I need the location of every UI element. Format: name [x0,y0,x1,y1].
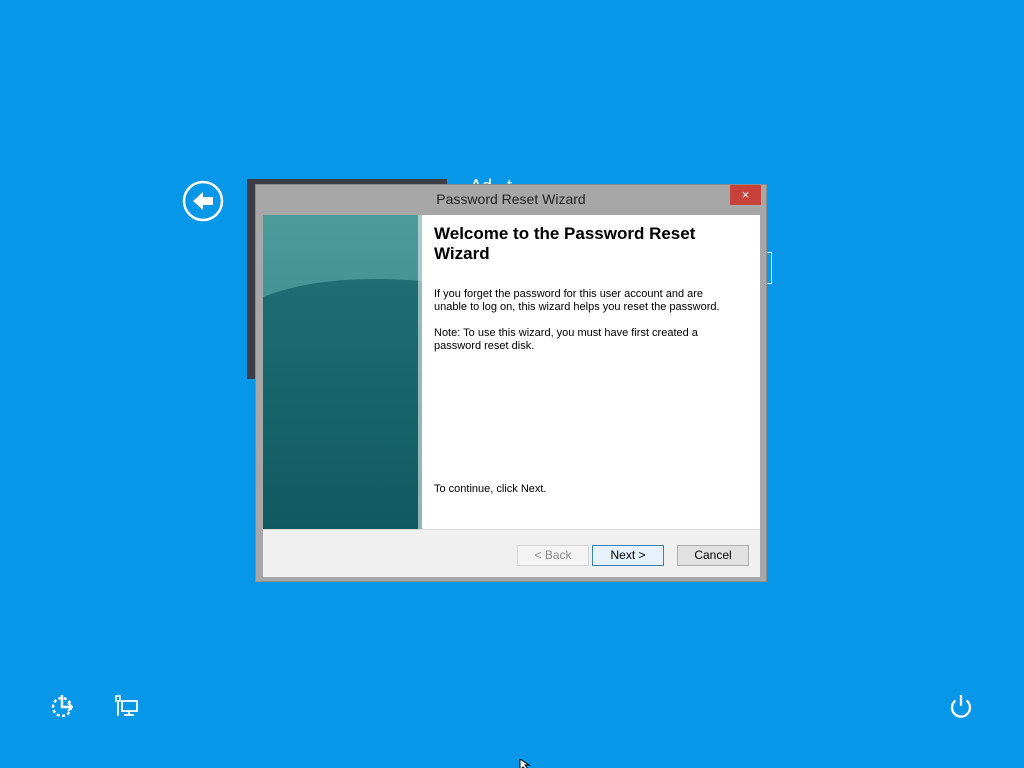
wizard-heading: Welcome to the Password Reset Wizard [434,224,696,263]
cancel-button[interactable]: Cancel [677,545,749,566]
cursor-arrow-icon [519,758,531,768]
back-arrow-icon [182,180,224,222]
back-button[interactable] [182,180,224,222]
ease-of-access-button[interactable] [49,692,77,720]
close-button[interactable]: × [730,185,761,205]
next-button[interactable]: Next > [592,545,664,566]
title-bar[interactable]: Password Reset Wizard × [256,185,766,215]
wizard-client-area: Welcome to the Password Reset Wizard If … [263,215,760,577]
wizard-side-banner [263,215,422,529]
wizard-content: Welcome to the Password Reset Wizard If … [427,215,760,529]
back-wizard-button[interactable]: < Back [517,545,589,566]
power-button[interactable] [947,692,975,720]
network-button[interactable] [113,692,141,720]
banner-graphic [263,215,422,529]
window-title: Password Reset Wizard [436,191,586,207]
close-icon: × [741,187,750,202]
mouse-cursor [519,757,531,768]
ease-of-access-icon [51,695,74,718]
wizard-description: If you forget the password for this user… [434,288,720,313]
wizard-button-bar: < Back Next > Cancel [263,529,760,577]
continue-instruction: To continue, click Next. [434,483,547,495]
power-icon [950,695,972,718]
password-reset-wizard-dialog: Password Reset Wizard × Welcome to the P… [255,184,767,582]
network-icon [115,695,138,716]
wizard-note: Note: To use this wizard, you must have … [434,327,698,352]
